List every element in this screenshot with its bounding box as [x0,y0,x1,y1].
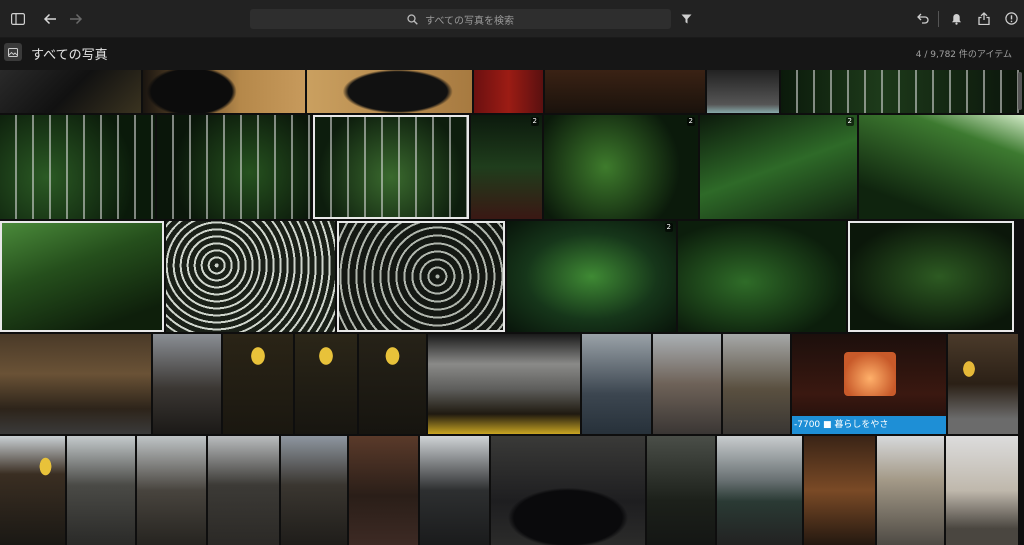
photo-thumbnail[interactable]: -7700 ■ 暮らしをやさ [792,334,946,434]
notification-bell-icon[interactable] [948,0,964,37]
photo-thumbnail[interactable]: 2 [471,115,542,219]
share-icon[interactable] [976,0,992,37]
stack-count-badge: 2 [530,117,539,126]
photo-thumbnail[interactable] [678,221,846,332]
photo-thumbnail[interactable] [349,436,418,545]
stack-count-badge: 2 [664,223,673,232]
help-icon[interactable] [1003,0,1019,37]
photo-thumbnail[interactable] [707,70,779,113]
photo-grid: 2 2 2 2 -7700 ■ 暮らしをやさ [0,70,1024,545]
filter-icon[interactable] [678,0,694,37]
photo-thumbnail[interactable] [0,115,155,219]
stack-count-badge: 2 [686,117,695,126]
photo-thumbnail[interactable] [804,436,875,545]
photo-thumbnail[interactable] [582,334,651,434]
search-bar[interactable]: すべての写真を検索 [250,9,671,29]
photo-thumbnail[interactable] [307,70,472,113]
photo-thumbnail[interactable] [877,436,944,545]
photo-thumbnail-selected[interactable] [0,221,164,332]
photo-thumbnail[interactable] [545,70,705,113]
photo-thumbnail[interactable] [153,334,221,434]
photo-thumbnail[interactable] [653,334,721,434]
photo-thumbnail[interactable] [420,436,489,545]
photo-thumbnail[interactable] [0,436,65,545]
photo-thumbnail-selected[interactable] [337,221,505,332]
forward-arrow-icon[interactable] [66,0,86,37]
toolbar-divider [938,11,939,27]
undo-icon[interactable] [915,0,931,37]
photo-thumbnail[interactable] [166,221,335,332]
photo-thumbnail[interactable] [143,70,305,113]
stack-count-badge: 2 [845,117,854,126]
photo-thumbnail[interactable] [781,70,1024,113]
photo-thumbnail[interactable] [157,115,311,219]
train-sign-text: -7700 ■ 暮らしをやさ [792,416,946,434]
photo-thumbnail[interactable]: 2 [544,115,698,219]
photo-thumbnail-selected[interactable] [848,221,1014,332]
photo-thumbnail[interactable] [428,334,580,434]
photo-thumbnail[interactable] [208,436,279,545]
item-count: 4 / 9,782 件のアイテム [915,50,1012,60]
photo-thumbnail[interactable] [359,334,426,434]
photo-thumbnail[interactable] [223,334,293,434]
photo-thumbnail[interactable] [859,115,1024,219]
grid-scrollbar[interactable] [1018,72,1022,110]
photo-thumbnail[interactable] [137,436,206,545]
photo-thumbnail[interactable] [723,334,790,434]
photo-thumbnail[interactable] [0,334,151,434]
photo-thumbnail[interactable] [948,334,1018,434]
photo-thumbnail[interactable] [281,436,347,545]
sidebar-toggle-icon[interactable] [8,0,28,37]
search-input[interactable]: すべての写真を検索 [425,12,514,27]
top-toolbar: すべての写真を検索 [0,0,1024,38]
back-arrow-icon[interactable] [40,0,60,37]
photo-thumbnail[interactable] [491,436,645,545]
photo-thumbnail[interactable] [717,436,802,545]
train-window [844,352,896,396]
photo-thumbnail[interactable] [67,436,135,545]
photo-library-icon[interactable] [4,43,22,61]
photo-thumbnail-selected[interactable] [313,115,469,219]
library-header: すべての写真 4 / 9,782 件のアイテム [0,38,1024,70]
photo-thumbnail[interactable]: 2 [507,221,676,332]
photo-thumbnail[interactable] [647,436,715,545]
photo-thumbnail[interactable] [295,334,357,434]
photo-thumbnail[interactable] [946,436,1018,545]
photo-thumbnail[interactable] [474,70,543,113]
page-title: すべての写真 [31,48,108,63]
photo-thumbnail[interactable]: 2 [700,115,857,219]
search-icon [407,10,418,29]
photo-thumbnail[interactable] [0,70,141,113]
